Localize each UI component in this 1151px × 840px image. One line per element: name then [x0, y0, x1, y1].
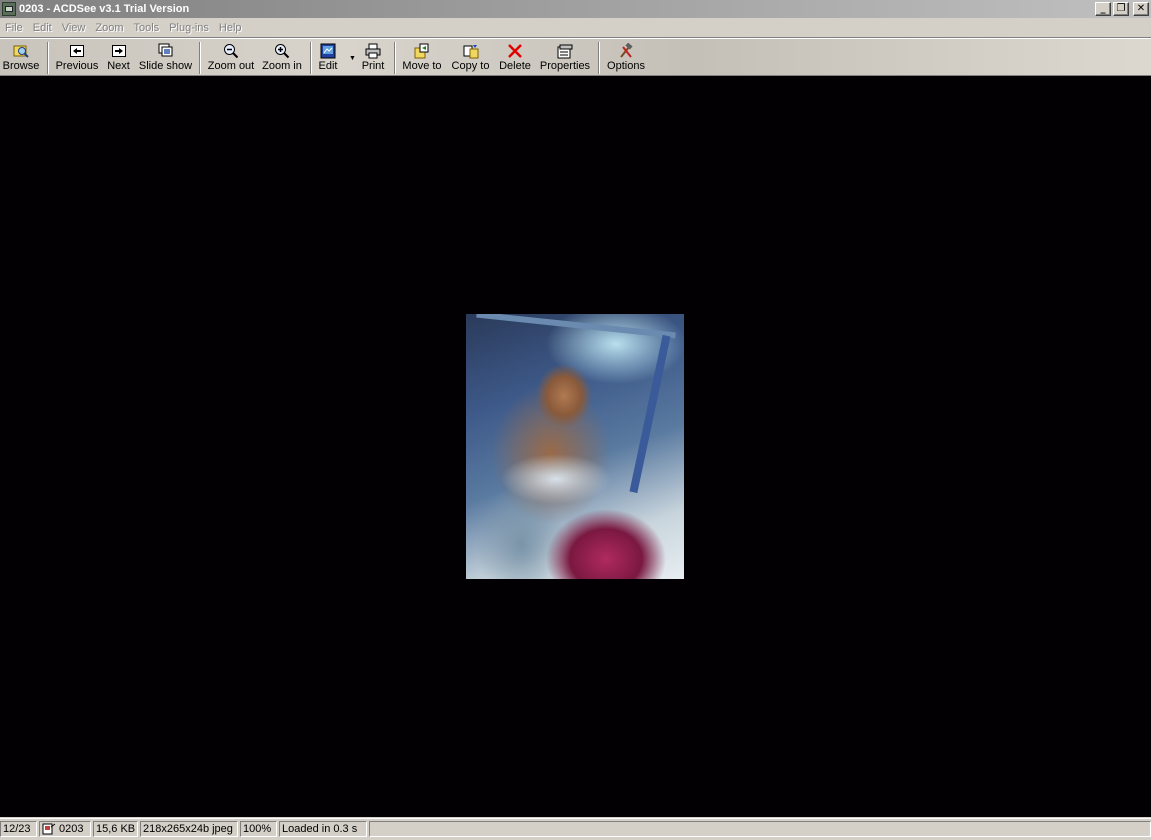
toolbar-separator	[199, 42, 201, 74]
properties-button[interactable]: Properties	[539, 40, 591, 75]
slideshow-icon	[158, 43, 174, 59]
file-icon	[42, 823, 56, 835]
status-filename: 0203	[59, 823, 84, 835]
photo-detail	[629, 334, 671, 494]
menu-bar: File Edit View Zoom Tools Plug-ins Help	[0, 18, 1151, 38]
properties-label: Properties	[539, 60, 591, 72]
status-zoom: 100%	[240, 821, 277, 837]
toolbar-separator	[310, 42, 312, 74]
copy-to-label: Copy to	[451, 60, 490, 72]
edit-icon	[320, 43, 336, 59]
browse-icon	[13, 43, 29, 59]
copy-to-button[interactable]: Copy to	[450, 40, 491, 75]
toolbar-separator	[394, 42, 396, 74]
toolbar-separator	[598, 42, 600, 74]
copy-to-icon	[463, 43, 479, 59]
arrow-left-icon	[69, 43, 85, 59]
photo-detail	[476, 314, 676, 339]
menu-help[interactable]: Help	[214, 22, 247, 34]
slideshow-label: Slide show	[138, 60, 193, 72]
browse-label: Browse	[2, 60, 40, 72]
menu-zoom[interactable]: Zoom	[90, 22, 128, 34]
move-to-label: Move to	[402, 60, 442, 72]
displayed-photo[interactable]	[466, 314, 684, 579]
browse-button[interactable]: Browse	[2, 40, 40, 75]
menu-view[interactable]: View	[57, 22, 91, 34]
properties-icon	[557, 43, 573, 59]
options-button[interactable]: Options	[606, 40, 646, 75]
hammer-wrench-icon	[618, 43, 634, 59]
zoom-in-icon	[274, 43, 290, 59]
status-filename-cell: 0203	[39, 821, 91, 837]
restore-button[interactable]: ❐	[1113, 2, 1129, 16]
edit-dropdown-arrow-icon[interactable]: ▼	[349, 55, 356, 62]
toolbar: Browse Previous Next Slide show Zoom out…	[0, 38, 1151, 76]
menu-file[interactable]: File	[0, 22, 28, 34]
status-load-time: Loaded in 0.3 s	[279, 821, 367, 837]
status-empty-panel	[369, 821, 1151, 837]
menu-plugins[interactable]: Plug-ins	[164, 22, 214, 34]
previous-label: Previous	[55, 60, 99, 72]
acdsee-app-icon[interactable]	[2, 2, 16, 16]
delete-x-icon	[507, 43, 523, 59]
next-button[interactable]: Next	[105, 40, 132, 75]
window-title: 0203 - ACDSee v3.1 Trial Version	[19, 3, 190, 15]
delete-label: Delete	[499, 60, 531, 72]
zoom-in-button[interactable]: Zoom in	[262, 40, 302, 75]
slideshow-button[interactable]: Slide show	[139, 40, 192, 75]
close-button[interactable]: ✕	[1133, 2, 1149, 16]
print-button[interactable]: Print	[360, 40, 386, 75]
zoom-in-label: Zoom in	[262, 60, 302, 72]
status-bar: 12/23 0203 15,6 KB 218x265x24b jpeg 100%…	[0, 818, 1151, 839]
options-label: Options	[607, 60, 645, 72]
window-controls: _ ❐ ✕	[1095, 2, 1149, 16]
title-bar: 0203 - ACDSee v3.1 Trial Version _ ❐ ✕	[0, 0, 1151, 18]
delete-button[interactable]: Delete	[498, 40, 532, 75]
zoom-out-button[interactable]: Zoom out	[207, 40, 255, 75]
print-label: Print	[361, 60, 385, 72]
status-dimensions: 218x265x24b jpeg	[140, 821, 238, 837]
previous-button[interactable]: Previous	[55, 40, 99, 75]
zoom-out-icon	[223, 43, 239, 59]
menu-edit[interactable]: Edit	[28, 22, 57, 34]
toolbar-separator	[47, 42, 49, 74]
minimize-button[interactable]: _	[1095, 2, 1111, 16]
move-to-button[interactable]: Move to	[401, 40, 443, 75]
arrow-right-icon	[111, 43, 127, 59]
zoom-out-label: Zoom out	[207, 60, 255, 72]
status-filesize: 15,6 KB	[93, 821, 138, 837]
menu-tools[interactable]: Tools	[128, 22, 164, 34]
image-viewer[interactable]	[0, 76, 1151, 817]
next-label: Next	[107, 60, 130, 72]
status-position: 12/23	[0, 821, 37, 837]
printer-icon	[365, 43, 381, 59]
move-to-icon	[414, 43, 430, 59]
edit-label: Edit	[318, 60, 338, 72]
edit-button[interactable]: Edit	[316, 40, 340, 75]
